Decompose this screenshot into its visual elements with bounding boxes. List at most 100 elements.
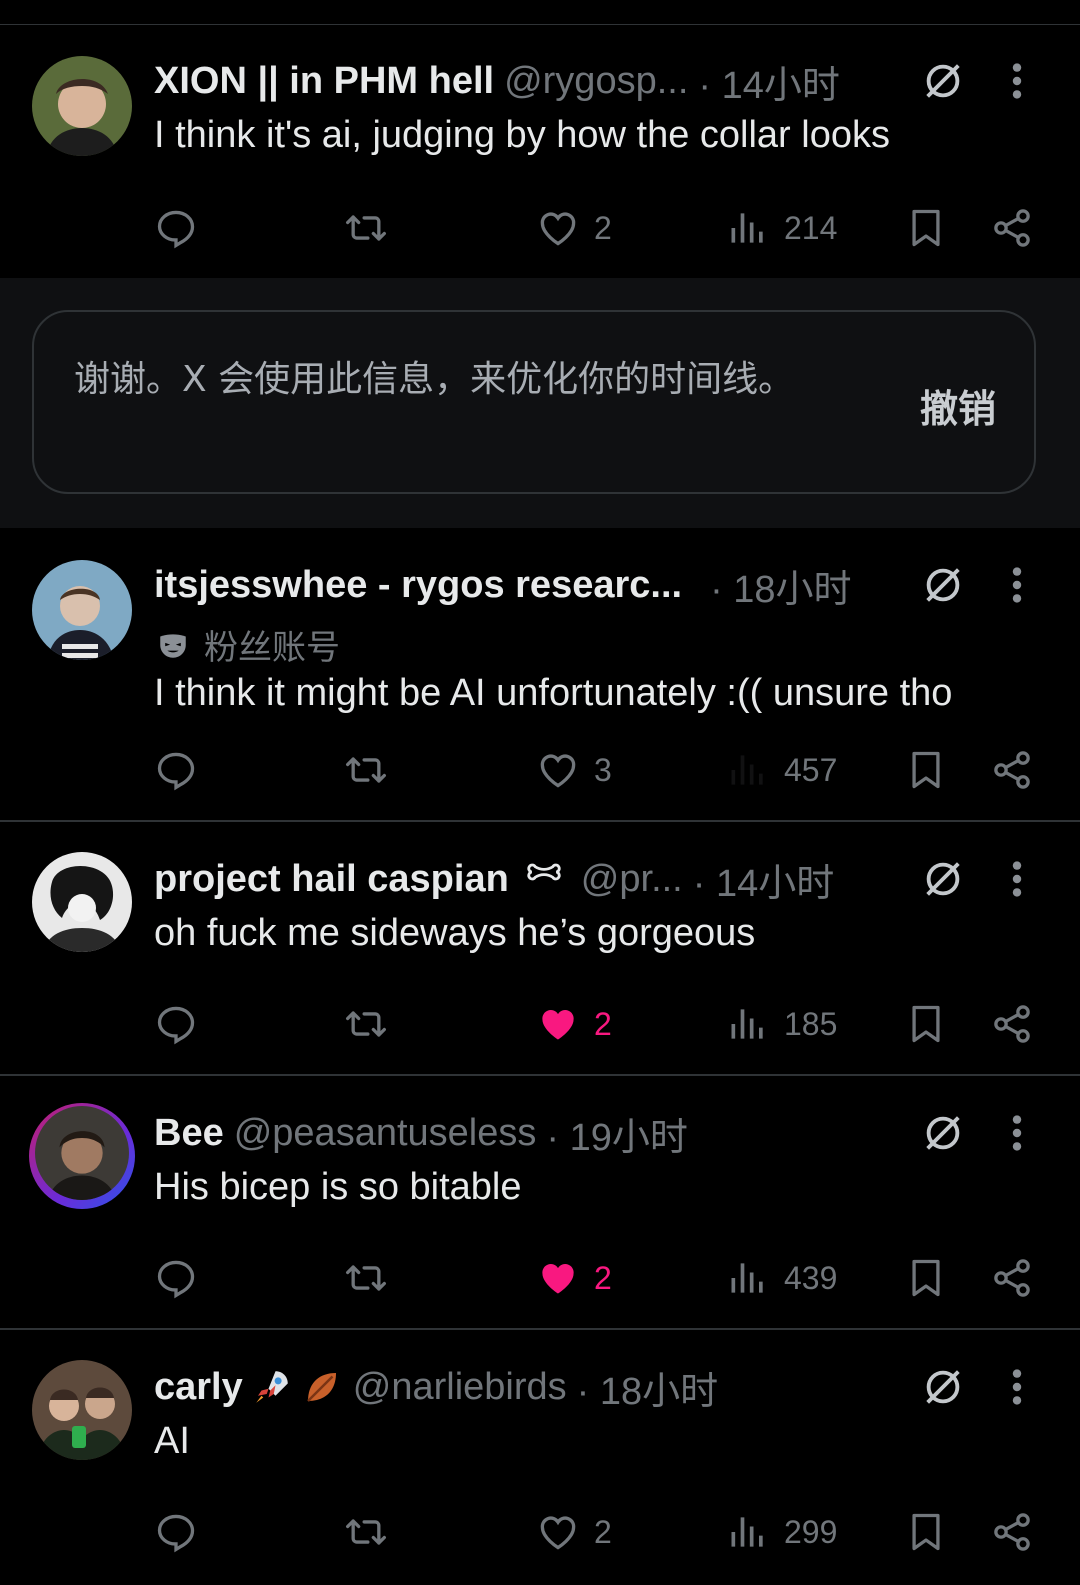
bone-icon — [527, 863, 561, 881]
repost-button[interactable] — [344, 1502, 388, 1562]
view-count: 457 — [784, 751, 838, 788]
avatar[interactable] — [32, 852, 132, 952]
repost-button[interactable] — [344, 198, 388, 258]
like-button[interactable]: 2 — [536, 1248, 612, 1308]
rocket-icon — [256, 1371, 288, 1403]
bookmark-icon — [904, 206, 948, 250]
post-header: itsjesswhee - rygos researc... · 18小时 — [154, 558, 852, 613]
like-button[interactable]: 2 — [536, 1502, 612, 1562]
share-button[interactable] — [990, 740, 1034, 800]
views-icon — [726, 1256, 770, 1300]
post-actions: 2 439 — [0, 1248, 1080, 1308]
post-actions: 2 214 — [0, 198, 1080, 258]
post-header: Bee @peasantuseless · 19小时 — [154, 1106, 688, 1161]
share-icon — [990, 206, 1034, 250]
bookmark-button[interactable] — [904, 994, 948, 1054]
view-count: 439 — [784, 1259, 838, 1296]
author-name[interactable]: carly — [154, 1366, 243, 1409]
share-icon — [990, 1002, 1034, 1046]
repost-icon — [344, 1002, 388, 1046]
avatar[interactable] — [32, 1360, 132, 1460]
repost-icon — [344, 206, 388, 250]
bookmark-button[interactable] — [904, 1248, 948, 1308]
post-time[interactable]: · 18小时 — [577, 1360, 718, 1415]
post-time[interactable]: · 14小时 — [698, 54, 839, 109]
reply-button[interactable] — [154, 1248, 198, 1308]
bookmark-button[interactable] — [904, 1502, 948, 1562]
author-name[interactable]: itsjesswhee - rygos researc... — [154, 564, 682, 607]
bookmark-button[interactable] — [904, 740, 948, 800]
grok-icon[interactable] — [920, 856, 966, 902]
views-button[interactable]: 457 — [726, 740, 837, 800]
avatar[interactable] — [32, 56, 132, 156]
views-button[interactable]: 185 — [726, 994, 837, 1054]
share-button[interactable] — [990, 1248, 1034, 1308]
views-icon — [726, 1002, 770, 1046]
reply-button[interactable] — [154, 1502, 198, 1562]
view-count: 299 — [784, 1513, 838, 1550]
like-button[interactable]: 3 — [536, 740, 612, 800]
views-button[interactable]: 439 — [726, 1248, 837, 1308]
repost-icon — [344, 1256, 388, 1300]
share-icon — [990, 748, 1034, 792]
more-options-icon[interactable] — [1004, 562, 1030, 608]
like-count: 2 — [594, 1005, 612, 1042]
more-options-icon[interactable] — [1004, 856, 1030, 902]
post-header: carly @narliebirds · 18小时 — [154, 1360, 718, 1415]
more-options-icon[interactable] — [1004, 1364, 1030, 1410]
reply-button[interactable] — [154, 740, 198, 800]
like-button[interactable]: 2 — [536, 198, 612, 258]
author-name[interactable]: project hail caspian — [154, 858, 509, 901]
like-count: 2 — [594, 209, 612, 246]
avatar[interactable] — [35, 1106, 129, 1200]
grok-icon[interactable] — [920, 1110, 966, 1156]
author-handle[interactable]: @narliebirds — [353, 1366, 567, 1409]
reply-icon — [154, 1002, 198, 1046]
bookmark-button[interactable] — [904, 198, 948, 258]
more-options-icon[interactable] — [1004, 58, 1030, 104]
post-time[interactable]: · 19小时 — [546, 1106, 687, 1161]
share-button[interactable] — [990, 1502, 1034, 1562]
share-icon — [990, 1510, 1034, 1554]
repost-button[interactable] — [344, 1248, 388, 1308]
views-button[interactable]: 214 — [726, 198, 837, 258]
post-actions: 2 299 — [0, 1502, 1080, 1562]
more-options-icon[interactable] — [1004, 1110, 1030, 1156]
repost-button[interactable] — [344, 994, 388, 1054]
undo-button[interactable]: 撤销 — [920, 378, 996, 433]
post-actions: 3 457 — [0, 740, 1080, 800]
post-text: I think it's ai, judging by how the coll… — [154, 114, 890, 156]
post-time[interactable]: · 14小时 — [693, 852, 834, 907]
share-icon — [990, 1256, 1034, 1300]
share-button[interactable] — [990, 198, 1034, 258]
share-button[interactable] — [990, 994, 1034, 1054]
bookmark-icon — [904, 1002, 948, 1046]
author-handle[interactable]: @pr... — [581, 858, 683, 901]
grok-icon[interactable] — [920, 58, 966, 104]
top-divider — [0, 24, 1080, 25]
author-handle[interactable]: @rygosp... — [504, 60, 688, 103]
post-time[interactable]: · 18小时 — [710, 558, 851, 613]
repost-button[interactable] — [344, 740, 388, 800]
post-divider — [0, 820, 1080, 822]
avatar[interactable] — [32, 560, 132, 660]
reply-icon — [154, 1510, 198, 1554]
views-icon — [726, 748, 770, 792]
heart-icon — [536, 1510, 580, 1554]
post-header: XION || in PHM hell @rygosp... · 14小时 — [154, 54, 840, 109]
heart-filled-icon — [536, 1002, 580, 1046]
author-handle[interactable]: @peasantuseless — [234, 1112, 537, 1155]
author-name[interactable]: Bee — [154, 1112, 224, 1155]
post-text: oh fuck me sideways he’s gorgeous — [154, 912, 756, 954]
grok-icon[interactable] — [920, 562, 966, 608]
grok-icon[interactable] — [920, 1364, 966, 1410]
author-name[interactable]: XION || in PHM hell — [154, 60, 494, 103]
views-button[interactable]: 299 — [726, 1502, 837, 1562]
view-count: 185 — [784, 1005, 838, 1042]
reply-icon — [154, 1256, 198, 1300]
reply-button[interactable] — [154, 994, 198, 1054]
view-count: 214 — [784, 209, 838, 246]
like-count: 3 — [594, 751, 612, 788]
reply-button[interactable] — [154, 198, 198, 258]
like-button[interactable]: 2 — [536, 994, 612, 1054]
